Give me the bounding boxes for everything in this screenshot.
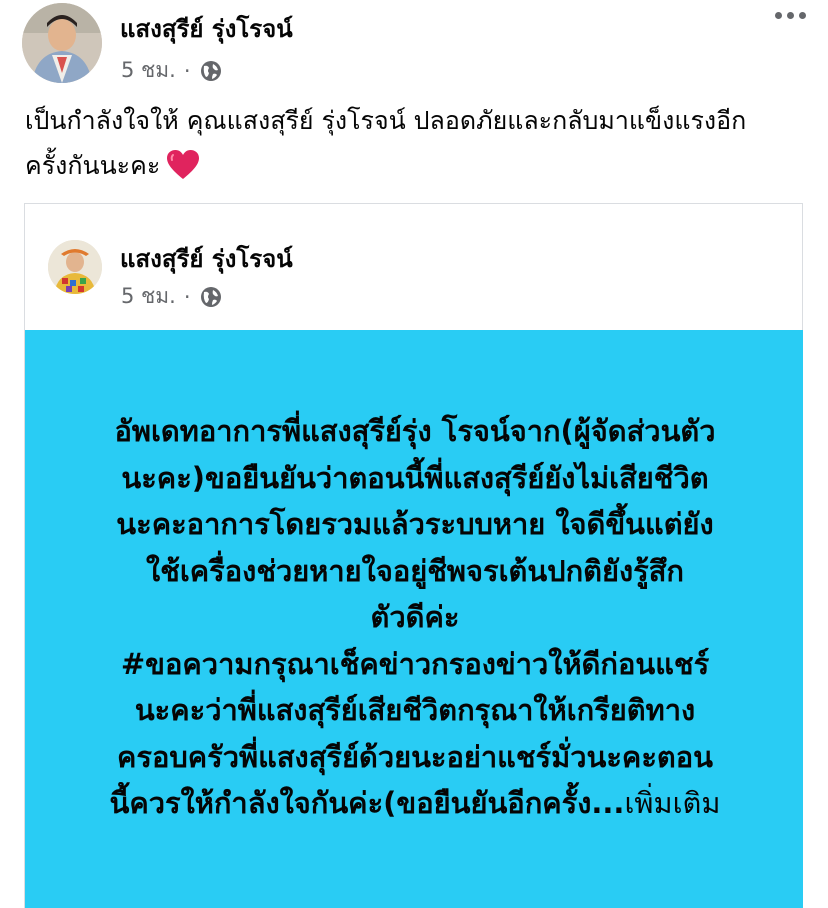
post-meta: 5 ชม. ·: [121, 54, 223, 87]
post-author-avatar[interactable]: [22, 3, 102, 83]
red-heart-icon: [166, 149, 200, 179]
shared-meta: 5 ชม. ·: [121, 280, 223, 313]
shared-author-avatar[interactable]: [48, 240, 102, 294]
shared-timestamp[interactable]: 5 ชม.: [121, 280, 176, 313]
post-timestamp[interactable]: 5 ชม.: [121, 54, 176, 87]
see-more-link[interactable]: เพิ่มเติม: [624, 786, 720, 820]
post-text-line: ครั้งกันนะคะ: [25, 151, 161, 180]
status-line: ครอบครัวพี่แสงสุรีย์ด้วยนะอย่าแชร์มั่วนะ…: [116, 739, 713, 774]
shared-status-background: อัพเดทอาการพี่แสงสุรีย์รุ่ง โรจน์จาก(ผู้…: [25, 330, 803, 908]
meta-separator: ·: [183, 284, 191, 309]
post-text: เป็นกำลังใจให้ คุณแสงสุรีย์ รุ่งโรจน์ ปล…: [25, 98, 805, 188]
status-line: นะคะว่าพี่แสงสุรีย์เสียชีวิตกรุณาให้เกรี…: [134, 693, 696, 727]
more-options-icon[interactable]: [775, 12, 806, 19]
status-line: ตัวดีค่ะ: [370, 600, 460, 634]
post-author-name[interactable]: แสงสุรีย์ รุ่งโรจน์: [120, 9, 293, 48]
status-line: นะคะอาการโดยรวมแล้วระบบหาย ใจดีขึ้นแต่ยั…: [116, 507, 714, 541]
globe-icon: [199, 59, 223, 83]
post-text-line: เป็นกำลังใจให้ คุณแสงสุรีย์ รุ่งโรจน์ ปล…: [25, 106, 747, 135]
status-line: #ขอความกรุณาเช็คข่าวกรองข่าวให้ดีก่อนแชร…: [120, 646, 710, 681]
shared-author-name[interactable]: แสงสุรีย์ รุ่งโรจน์: [120, 239, 293, 278]
status-line: นี้ควรให้กำลังใจกันค่ะ(ขอยืนยันอีกครั้ง.…: [109, 786, 625, 820]
globe-icon: [199, 285, 223, 309]
shared-status-text: อัพเดทอาการพี่แสงสุรีย์รุ่ง โรจน์จาก(ผู้…: [65, 408, 765, 827]
status-line-last: นี้ควรให้กำลังใจกันค่ะ(ขอยืนยันอีกครั้ง.…: [65, 780, 765, 827]
status-line: อัพเดทอาการพี่แสงสุรีย์รุ่ง โรจน์จาก(ผู้…: [114, 414, 716, 448]
meta-separator: ·: [183, 58, 191, 83]
status-line: นะคะ)ขอยืนยันว่าตอนนี้พี่แสงสุรีย์ยังไม่…: [121, 460, 709, 495]
status-line: ใช้เครื่องช่วยหายใจอยู่ชีพจรเต้นปกติยังร…: [146, 553, 684, 588]
